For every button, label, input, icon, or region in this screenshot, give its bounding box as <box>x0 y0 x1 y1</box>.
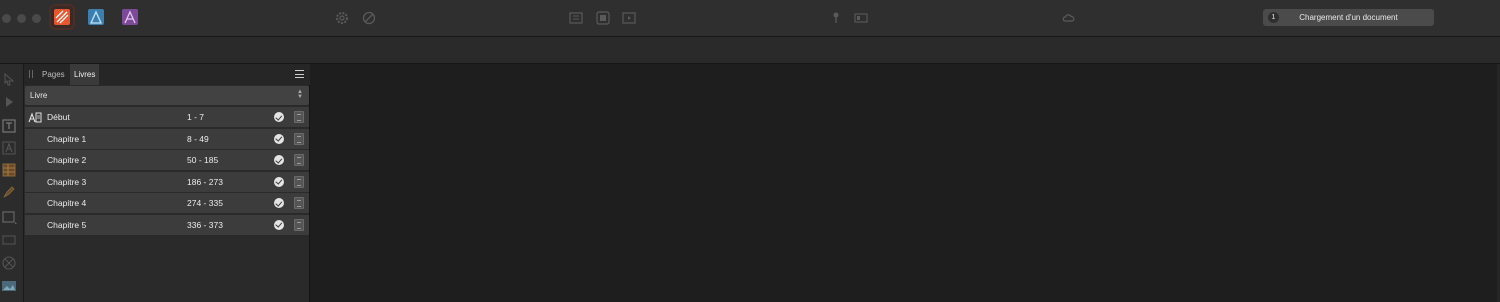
chapter-document-icon[interactable] <box>294 175 304 188</box>
tab-pages[interactable]: Pages <box>38 64 69 85</box>
designer-persona-icon <box>88 9 104 25</box>
pin-icon[interactable] <box>828 10 844 26</box>
view-mode-icon[interactable] <box>568 10 584 26</box>
rectangle-tool-icon[interactable] <box>1 209 17 225</box>
present-mode-icon[interactable] <box>621 10 637 26</box>
chapter-name: Chapitre 3 <box>47 176 87 187</box>
document-loading-status: Chargement d'un document 1 <box>1263 9 1434 26</box>
publisher-persona-icon <box>54 9 70 25</box>
chapter-row[interactable]: Chapitre 2 50 - 185 <box>25 150 309 170</box>
status-count-badge: 1 <box>1268 12 1279 23</box>
panel-drag-handle[interactable] <box>29 70 33 78</box>
chapter-document-icon[interactable] <box>294 132 304 145</box>
chapter-name: Chapitre 2 <box>47 155 87 165</box>
chapter-document-icon[interactable] <box>294 111 304 123</box>
chapter-synced-check-icon <box>274 219 284 230</box>
chapter-page-range: 274 - 335 <box>187 198 223 208</box>
context-toolbar <box>0 37 1500 64</box>
artistic-text-tool-icon[interactable] <box>1 140 17 156</box>
top-toolbar: Chargement d'un document 1 <box>0 0 1500 37</box>
book-select[interactable]: Livre ▲ ▼ <box>25 86 309 105</box>
chapter-document-icon[interactable] <box>294 197 304 209</box>
picture-frame-tool-icon[interactable] <box>1 232 17 248</box>
chapter-row[interactable]: Chapitre 4 274 - 335 <box>25 193 309 213</box>
chapter-synced-check-icon <box>274 176 284 187</box>
chapter-row[interactable]: Chapitre 5 336 - 373 <box>25 214 309 235</box>
chapter-synced-check-icon <box>274 133 284 144</box>
document-canvas[interactable] <box>311 64 1500 302</box>
chapter-page-range: 1 - 7 <box>187 112 205 122</box>
chapter-name: Chapitre 4 <box>47 198 87 208</box>
chapter-name: Chapitre 5 <box>47 219 87 230</box>
tab-livres[interactable]: Livres <box>70 64 100 85</box>
status-text: Chargement d'un document <box>1299 13 1398 22</box>
panel-menu-icon[interactable] <box>295 70 304 78</box>
frame-text-tool-icon[interactable] <box>1 118 17 134</box>
crossed-frame-tool-icon[interactable] <box>1 255 17 271</box>
settings-gear-icon[interactable] <box>334 10 350 26</box>
chapter-synced-check-icon <box>274 155 284 165</box>
chapter-page-range: 186 - 273 <box>187 176 223 187</box>
minimize-window-button[interactable] <box>17 14 26 23</box>
designer-persona-button[interactable] <box>85 6 107 28</box>
pen-tool-icon[interactable] <box>1 184 17 200</box>
panel-tab-bar: Pages Livres <box>24 64 310 85</box>
books-panel: Pages Livres Livre ▲ ▼ Début 1 - 7 Chapit… <box>24 64 310 302</box>
chapter-page-range: 50 - 185 <box>187 155 219 165</box>
snapping-icon[interactable] <box>361 10 377 26</box>
zoom-window-button[interactable] <box>32 14 41 23</box>
place-image-tool-icon[interactable] <box>1 278 17 294</box>
node-tool-icon[interactable] <box>1 94 17 110</box>
chapter-page-range: 336 - 373 <box>187 219 223 230</box>
photo-persona-button[interactable] <box>119 6 141 28</box>
chapter-row[interactable]: Chapitre 1 8 - 49 <box>25 128 309 149</box>
table-tool-icon[interactable] <box>1 162 17 178</box>
chapter-list: Début 1 - 7 Chapitre 1 8 - 49 Chapitre 2… <box>25 107 309 236</box>
close-window-button[interactable] <box>2 14 11 23</box>
chapter-document-icon[interactable] <box>294 154 304 166</box>
chapter-name: Chapitre 1 <box>47 133 87 144</box>
chapter-name: Début <box>47 112 70 122</box>
chapter-synced-check-icon <box>274 198 284 208</box>
photo-persona-icon <box>122 9 138 25</box>
select-arrows-icon: ▲ ▼ <box>297 89 303 100</box>
chapter-synced-check-icon <box>274 112 284 122</box>
chapter-row[interactable]: Début 1 - 7 <box>25 107 309 127</box>
move-tool-icon[interactable] <box>1 72 17 88</box>
layout-icon[interactable] <box>853 10 869 26</box>
preview-mode-icon[interactable] <box>595 10 611 26</box>
book-chapter-icon <box>28 112 42 123</box>
publisher-persona-button[interactable] <box>51 6 73 28</box>
book-select-value: Livre <box>30 91 48 100</box>
cloud-sync-icon[interactable] <box>1061 10 1077 26</box>
chapter-row[interactable]: Chapitre 3 186 - 273 <box>25 171 309 192</box>
chapter-page-range: 8 - 49 <box>187 133 209 144</box>
tools-panel <box>0 64 24 302</box>
chapter-document-icon[interactable] <box>294 218 304 231</box>
